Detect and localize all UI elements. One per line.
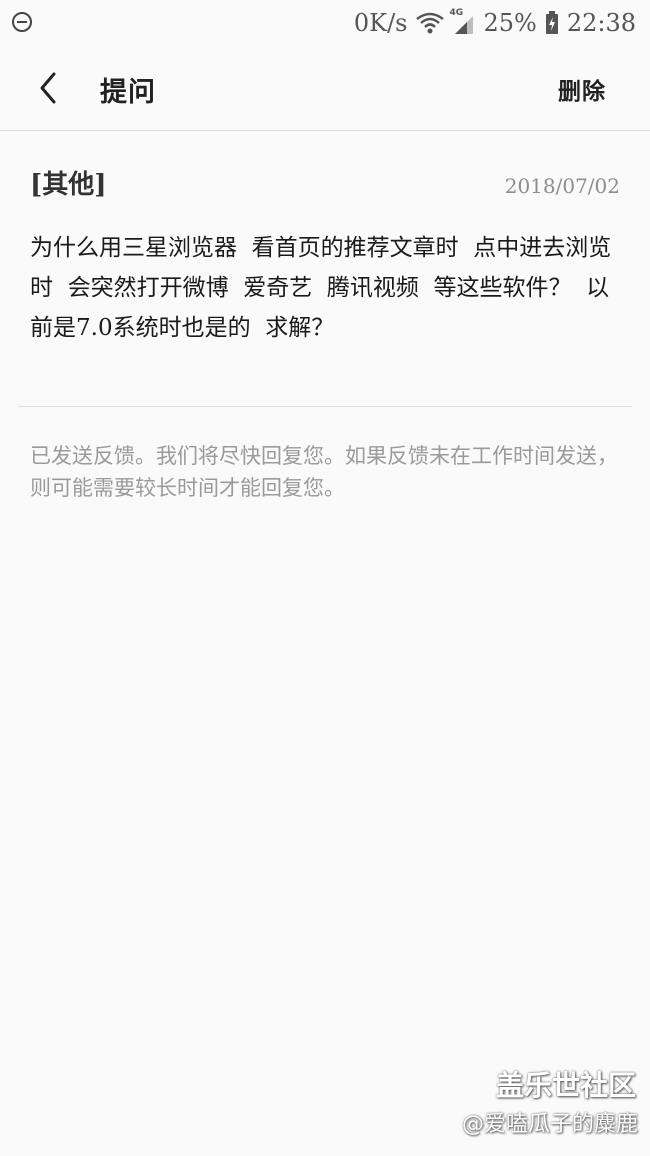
delete-button[interactable]: 删除 bbox=[558, 72, 606, 106]
page-title: 提问 bbox=[100, 77, 156, 108]
watermark-user: @爱嗑瓜子的麋鹿 bbox=[461, 1112, 638, 1137]
status-indicators: 0K/s 4G 25% 22:38 bbox=[354, 8, 636, 38]
clock: 22:38 bbox=[566, 9, 636, 37]
question-category: [其他] bbox=[30, 170, 107, 200]
battery-icon bbox=[545, 11, 558, 34]
divider bbox=[18, 406, 632, 407]
wifi-icon bbox=[416, 12, 445, 34]
back-button[interactable] bbox=[28, 66, 72, 110]
feedback-notice: 已发送反馈。我们将尽快回复您。如果反馈未在工作时间发送，则可能需要较长时间才能回… bbox=[30, 444, 618, 500]
do-not-disturb-icon bbox=[12, 12, 32, 32]
battery-percent: 25% bbox=[483, 9, 537, 37]
question-body: 为什么用三星浏览器 看首页的推荐文章时 点中进去浏览时 会突然打开微博 爱奇艺 … bbox=[30, 235, 612, 341]
chevron-left-icon bbox=[40, 72, 56, 104]
status-bar: 0K/s 4G 25% 22:38 bbox=[0, 0, 650, 48]
signal-icon: 4G bbox=[449, 8, 475, 36]
question-date: 2018/07/02 bbox=[504, 174, 620, 198]
app-header: 提问 删除 bbox=[0, 48, 650, 131]
network-speed: 0K/s bbox=[353, 9, 408, 37]
watermark-logo: 盖乐世社区 bbox=[495, 1069, 636, 1102]
